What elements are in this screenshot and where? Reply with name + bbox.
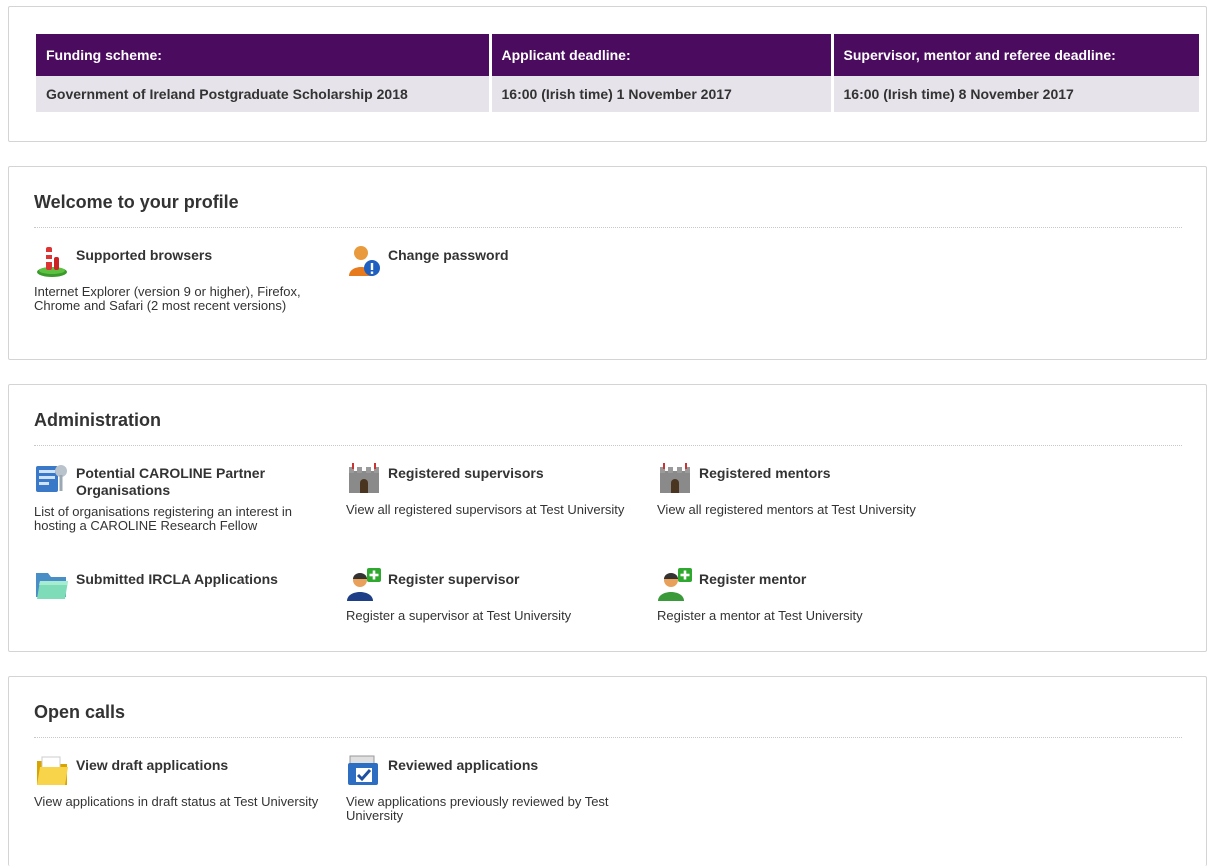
supported-browsers-link[interactable]: Supported browsers — [76, 247, 212, 264]
reviewed-applications-item: Reviewed applications View applications … — [346, 755, 631, 823]
view-draft-applications-link[interactable]: View draft applications — [76, 757, 228, 774]
table-header-row: Funding scheme: Applicant deadline: Supe… — [36, 34, 1199, 76]
supervisor-deadline-cell: 16:00 (Irish time) 8 November 2017 — [832, 76, 1199, 112]
column-header-funding-scheme: Funding scheme: — [36, 34, 492, 76]
register-supervisor-item: Register supervisor Register a superviso… — [346, 568, 631, 623]
view-draft-applications-description: View applications in draft status at Tes… — [34, 794, 319, 809]
organisation-key-icon — [34, 461, 70, 497]
change-password-link[interactable]: Change password — [388, 247, 509, 264]
castle-icon — [346, 461, 382, 497]
column-header-applicant-deadline: Applicant deadline: — [490, 34, 834, 76]
registered-mentors-item: Registered mentors View all registered m… — [657, 463, 942, 517]
draft-folder-icon — [34, 753, 70, 789]
administration-panel: Administration Potential CAROLINE Partne… — [8, 384, 1207, 652]
user-info-icon — [346, 243, 382, 279]
view-draft-applications-item: View draft applications View application… — [34, 756, 319, 809]
deadlines-table: Funding scheme: Applicant deadline: Supe… — [36, 34, 1199, 112]
register-supervisor-link[interactable]: Register supervisor — [388, 571, 520, 588]
supported-browsers-description: Internet Explorer (version 9 or higher),… — [34, 284, 301, 313]
castle-icon — [657, 461, 693, 497]
welcome-panel: Welcome to your profile Supported browse… — [8, 166, 1207, 360]
administration-title: Administration — [34, 410, 162, 430]
change-password-item: Change password — [346, 246, 631, 279]
register-mentor-link[interactable]: Register mentor — [699, 571, 806, 588]
funding-scheme-cell: Government of Ireland Postgraduate Schol… — [36, 76, 492, 112]
registered-supervisors-item: Registered supervisors View all register… — [346, 463, 631, 517]
partner-organisations-link[interactable]: Potential CAROLINE Partner Organisations — [76, 465, 319, 499]
applicant-deadline-cell: 16:00 (Irish time) 1 November 2017 — [490, 76, 834, 112]
submitted-ircla-applications-link[interactable]: Submitted IRCLA Applications — [76, 571, 278, 588]
registered-supervisors-description: View all registered supervisors at Test … — [346, 502, 625, 517]
registered-mentors-link[interactable]: Registered mentors — [699, 465, 830, 482]
partner-organisations-item: Potential CAROLINE Partner Organisations… — [34, 465, 319, 533]
submitted-ircla-applications-item: Submitted IRCLA Applications — [34, 571, 319, 603]
open-calls-title: Open calls — [34, 702, 126, 722]
divider — [34, 227, 1182, 228]
table-row: Government of Ireland Postgraduate Schol… — [36, 76, 1199, 112]
register-mentor-description: Register a mentor at Test University — [657, 608, 863, 623]
registered-supervisors-link[interactable]: Registered supervisors — [388, 465, 544, 482]
open-calls-panel: Open calls View draft applications View … — [8, 676, 1207, 866]
browser-icon — [34, 243, 70, 279]
add-user-icon — [346, 567, 382, 603]
register-supervisor-description: Register a supervisor at Test University — [346, 608, 572, 623]
reviewed-applications-link[interactable]: Reviewed applications — [388, 757, 538, 774]
column-header-supervisor-deadline: Supervisor, mentor and referee deadline: — [832, 34, 1199, 76]
folder-icon — [34, 567, 70, 603]
divider — [34, 737, 1182, 738]
registered-mentors-description: View all registered mentors at Test Univ… — [657, 502, 916, 517]
partner-organisations-description: List of organisations registering an int… — [34, 504, 292, 533]
supported-browsers-item: Supported browsers Internet Explorer (ve… — [34, 247, 319, 313]
deadlines-panel: Funding scheme: Applicant deadline: Supe… — [8, 6, 1207, 142]
add-user-icon — [657, 567, 693, 603]
register-mentor-item: Register mentor Register a mentor at Tes… — [657, 568, 942, 623]
welcome-title: Welcome to your profile — [34, 192, 239, 212]
reviewed-checkbox-icon — [346, 753, 382, 789]
divider — [34, 445, 1182, 446]
reviewed-applications-description: View applications previously reviewed by… — [346, 794, 609, 823]
